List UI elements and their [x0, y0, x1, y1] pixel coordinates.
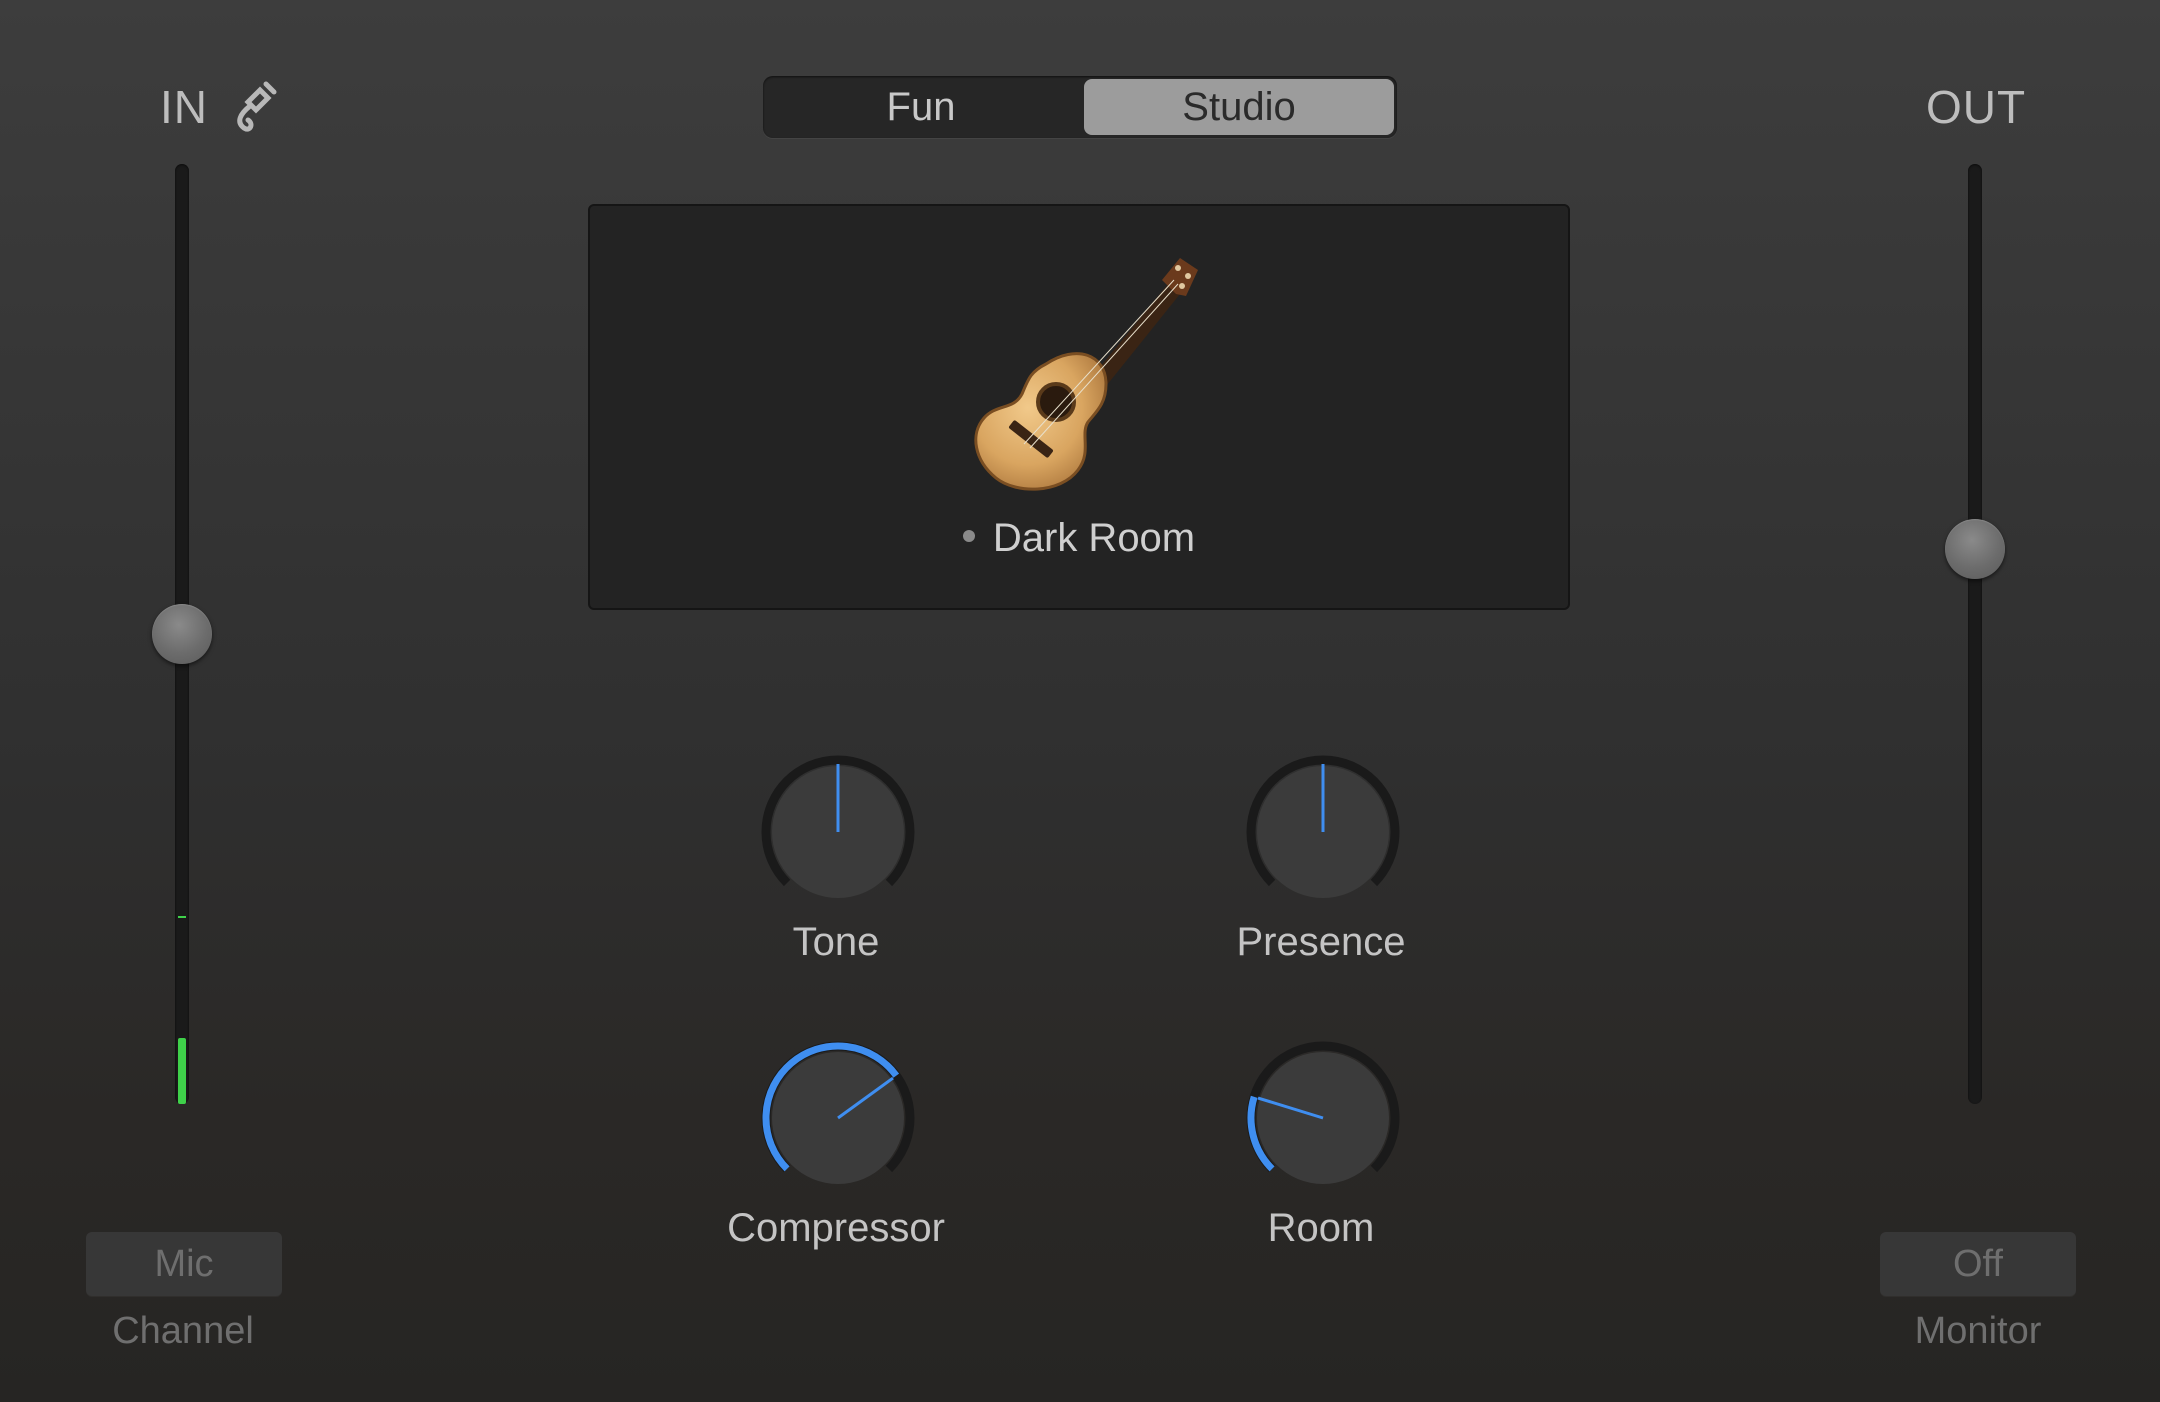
compressor-knob[interactable]: [758, 1038, 918, 1198]
output-label: OUT: [1926, 81, 2027, 133]
presence-knob-graphic: [1246, 755, 1400, 898]
acoustic-guitar-icon: [956, 244, 1206, 504]
mode-segmented-control: Fun Studio: [763, 76, 1397, 138]
compressor-label: Compressor: [727, 1206, 945, 1250]
output-fader-track[interactable]: [1968, 164, 1982, 1104]
monitor-off-button[interactable]: Off: [1880, 1232, 2076, 1296]
tone-knob[interactable]: [758, 752, 918, 912]
channel-label: Channel: [112, 1310, 254, 1352]
input-fader-handle[interactable]: [152, 604, 212, 664]
monitor-label: Monitor: [1914, 1310, 2042, 1352]
input-meter-peak: [178, 916, 186, 918]
room-label: Room: [1267, 1206, 1375, 1250]
presence-knob[interactable]: [1243, 752, 1403, 912]
room-knob-graphic: [1246, 1041, 1400, 1184]
tone-knob-graphic: [761, 755, 915, 898]
compressor-knob-graphic: [761, 1041, 915, 1184]
preset-name: Dark Room: [590, 516, 1568, 561]
preset-indicator-dot: [962, 530, 975, 543]
mode-fun-tab[interactable]: Fun: [766, 79, 1076, 135]
input-level-meter: [178, 1038, 186, 1104]
preset-name-text: Dark Room: [992, 516, 1196, 560]
tone-label: Tone: [792, 920, 880, 964]
cable-jack-icon[interactable]: [232, 78, 280, 134]
room-knob[interactable]: [1243, 1038, 1403, 1198]
preset-panel[interactable]: Dark Room: [588, 204, 1570, 610]
output-fader-handle[interactable]: [1945, 519, 2005, 580]
presence-label: Presence: [1236, 920, 1406, 964]
mode-studio-tab[interactable]: Studio: [1084, 79, 1394, 135]
input-label: IN: [160, 81, 208, 133]
channel-mic-button[interactable]: Mic: [86, 1232, 282, 1296]
